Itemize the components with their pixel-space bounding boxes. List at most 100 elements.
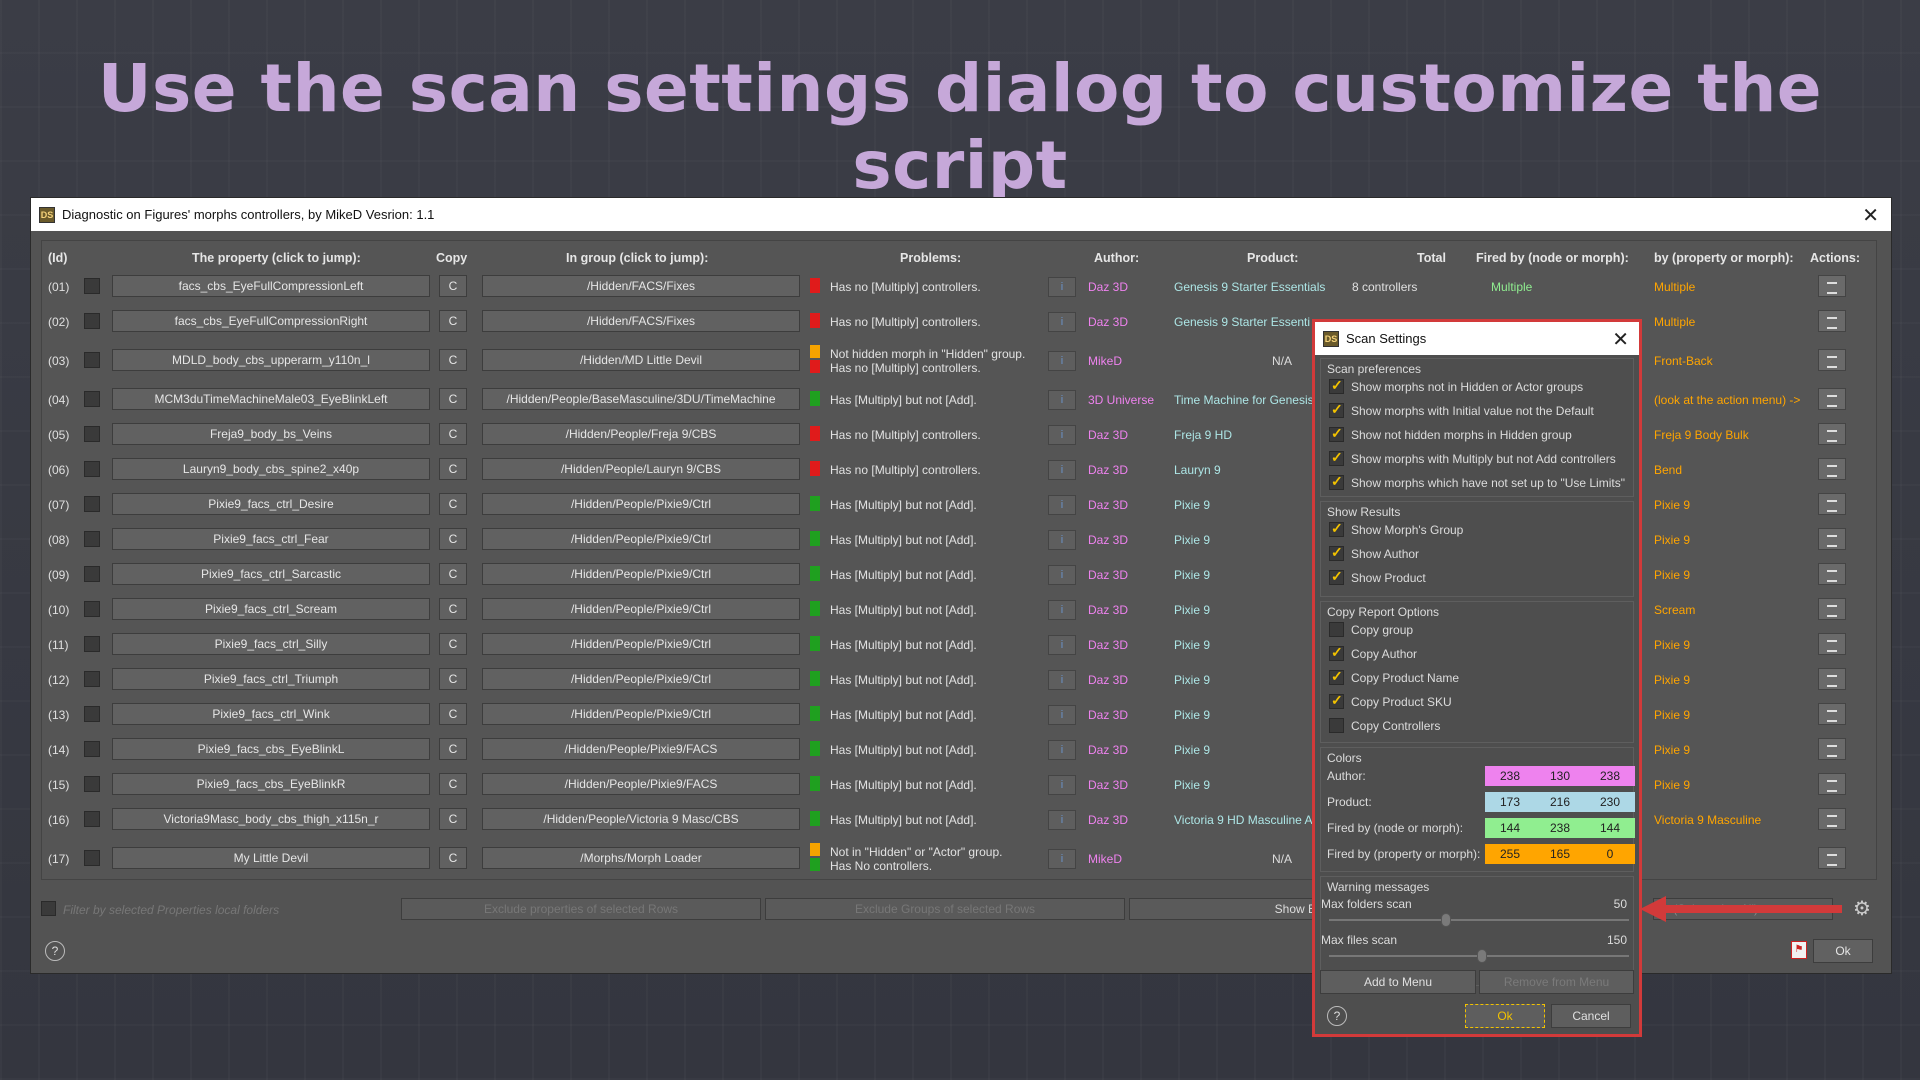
info-icon[interactable]: i [1048,565,1076,585]
action-menu-icon[interactable] [1818,738,1846,760]
option-scan_prefs-2[interactable]: Show not hidden morphs in Hidden group [1329,425,1572,442]
row-checkbox[interactable] [84,352,100,368]
copy-button[interactable]: C [439,423,467,445]
checkbox-icon[interactable] [1329,644,1344,661]
row-checkbox[interactable] [84,391,100,407]
property-jump-button[interactable]: My Little Devil [112,847,430,869]
property-jump-button[interactable]: Pixie9_facs_ctrl_Triumph [112,668,430,690]
max-folders-slider-handle[interactable] [1441,913,1451,927]
checkbox-icon[interactable] [1329,377,1344,394]
remove-from-menu-button[interactable]: Remove from Menu [1479,970,1634,994]
action-menu-icon[interactable] [1818,773,1846,795]
help-icon[interactable]: ? [45,941,65,961]
checkbox-icon[interactable] [1329,401,1344,418]
row-checkbox[interactable] [84,461,100,477]
info-icon[interactable]: i [1048,351,1076,371]
row-checkbox[interactable] [84,636,100,652]
info-icon[interactable]: i [1048,670,1076,690]
option-show_results-1[interactable]: Show Author [1329,544,1419,561]
copy-button[interactable]: C [439,458,467,480]
row-checkbox[interactable] [84,531,100,547]
group-jump-button[interactable]: /Hidden/People/Pixie9/Ctrl [482,633,800,655]
info-icon[interactable]: i [1048,495,1076,515]
property-jump-button[interactable]: Pixie9_facs_ctrl_Fear [112,528,430,550]
row-checkbox[interactable] [84,741,100,757]
checkbox-icon[interactable] [1329,449,1344,466]
copy-button[interactable]: C [439,703,467,725]
show-ex-button[interactable]: Show Ex [1129,898,1329,920]
max-files-slider-handle[interactable] [1477,949,1487,963]
property-jump-button[interactable]: Pixie9_facs_cbs_EyeBlinkL [112,738,430,760]
property-jump-button[interactable]: Lauryn9_body_cbs_spine2_x40p [112,458,430,480]
checkbox-icon[interactable] [1329,568,1344,585]
action-menu-icon[interactable] [1818,808,1846,830]
row-checkbox[interactable] [84,811,100,827]
action-menu-icon[interactable] [1818,275,1846,297]
action-menu-icon[interactable] [1818,349,1846,371]
color-picker[interactable]: 173 216 230 [1485,792,1635,812]
group-jump-button[interactable]: /Hidden/MD Little Devil [482,349,800,371]
group-jump-button[interactable]: /Hidden/People/Victoria 9 Masc/CBS [482,808,800,830]
info-icon[interactable]: i [1048,810,1076,830]
add-to-menu-button[interactable]: Add to Menu [1320,970,1476,994]
option-scan_prefs-1[interactable]: Show morphs with Initial value not the D… [1329,401,1594,418]
row-checkbox[interactable] [84,671,100,687]
group-jump-button[interactable]: /Hidden/People/Pixie9/Ctrl [482,703,800,725]
info-icon[interactable]: i [1048,740,1076,760]
color-picker[interactable]: 238 130 238 [1485,766,1635,786]
option-copy_opts-4[interactable]: Copy Controllers [1329,718,1440,733]
action-menu-icon[interactable] [1818,423,1846,445]
option-show_results-2[interactable]: Show Product [1329,568,1426,585]
group-jump-button[interactable]: /Hidden/People/Pixie9/Ctrl [482,528,800,550]
copy-button[interactable]: C [439,808,467,830]
copy-button[interactable]: C [439,388,467,410]
action-menu-icon[interactable] [1818,847,1846,869]
row-checkbox[interactable] [84,426,100,442]
row-checkbox[interactable] [84,601,100,617]
option-copy_opts-1[interactable]: Copy Author [1329,644,1417,661]
group-jump-button[interactable]: /Hidden/People/Freja 9/CBS [482,423,800,445]
copy-button[interactable]: C [439,773,467,795]
row-checkbox[interactable] [84,776,100,792]
checkbox-icon[interactable] [1329,692,1344,709]
action-menu-icon[interactable] [1818,598,1846,620]
close-icon[interactable]: ✕ [1862,203,1879,228]
action-menu-icon[interactable] [1818,668,1846,690]
group-jump-button[interactable]: /Hidden/People/Pixie9/FACS [482,738,800,760]
action-menu-icon[interactable] [1818,310,1846,332]
info-icon[interactable]: i [1048,530,1076,550]
property-jump-button[interactable]: MDLD_body_cbs_upperarm_y110n_l [112,349,430,371]
copy-button[interactable]: C [439,563,467,585]
option-scan_prefs-0[interactable]: Show morphs not in Hidden or Actor group… [1329,377,1583,394]
group-jump-button[interactable]: /Hidden/People/Pixie9/Ctrl [482,598,800,620]
option-copy_opts-3[interactable]: Copy Product SKU [1329,692,1452,709]
property-jump-button[interactable]: facs_cbs_EyeFullCompressionLeft [112,275,430,297]
row-checkbox[interactable] [84,496,100,512]
checkbox-icon[interactable] [1329,668,1344,685]
action-menu-icon[interactable] [1818,388,1846,410]
copy-button[interactable]: C [439,493,467,515]
group-jump-button[interactable]: /Morphs/Morph Loader [482,847,800,869]
row-checkbox[interactable] [84,313,100,329]
settings-gear-icon[interactable]: ⚙ [1853,896,1871,921]
property-jump-button[interactable]: MCM3duTimeMachineMale03_EyeBlinkLeft [112,388,430,410]
property-jump-button[interactable]: Pixie9_facs_cbs_EyeBlinkR [112,773,430,795]
info-icon[interactable]: i [1048,390,1076,410]
max-folders-slider[interactable] [1329,919,1629,921]
action-menu-icon[interactable] [1818,528,1846,550]
copy-button[interactable]: C [439,738,467,760]
group-jump-button[interactable]: /Hidden/People/Pixie9/Ctrl [482,563,800,585]
row-checkbox[interactable] [84,278,100,294]
property-jump-button[interactable]: Pixie9_facs_ctrl_Scream [112,598,430,620]
row-checkbox[interactable] [84,566,100,582]
info-icon[interactable]: i [1048,277,1076,297]
copy-button[interactable]: C [439,633,467,655]
main-ok-button[interactable]: Ok [1813,939,1873,963]
checkbox-icon[interactable] [1329,622,1344,637]
info-icon[interactable]: i [1048,460,1076,480]
property-jump-button[interactable]: Pixie9_facs_ctrl_Desire [112,493,430,515]
group-jump-button[interactable]: /Hidden/People/BaseMasculine/3DU/TimeMac… [482,388,800,410]
exclude-groups-button[interactable]: Exclude Groups of selected Rows [765,898,1125,920]
action-menu-icon[interactable] [1818,563,1846,585]
row-checkbox[interactable] [84,850,100,866]
